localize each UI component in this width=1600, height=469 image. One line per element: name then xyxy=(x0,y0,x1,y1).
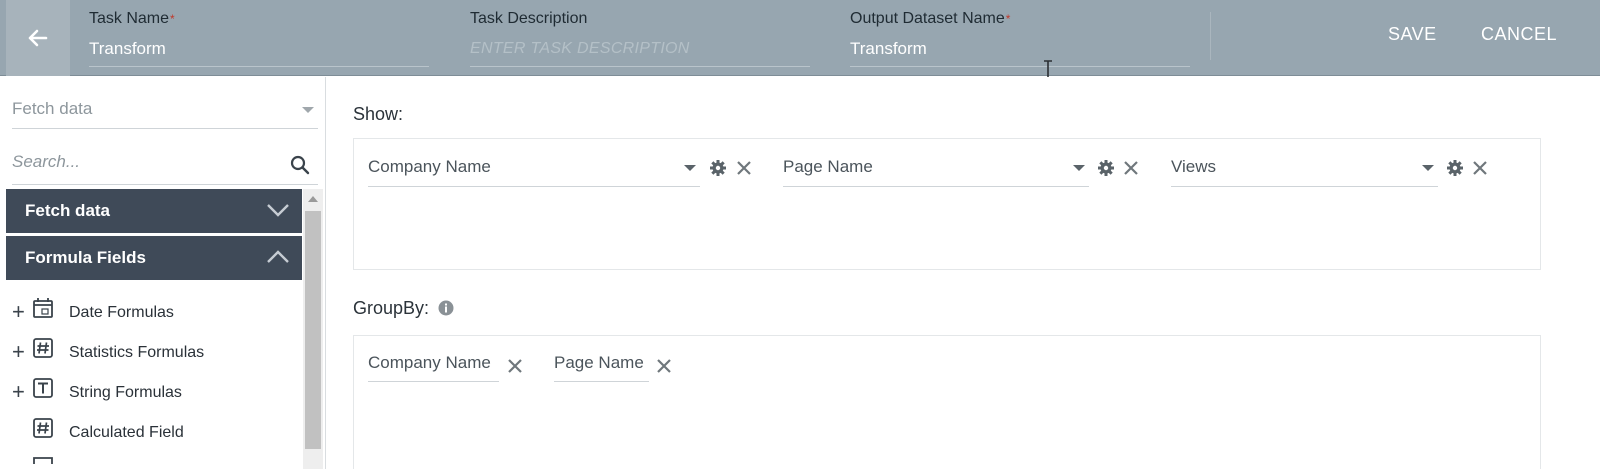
groupby-title: GroupBy: xyxy=(353,298,454,319)
tree-item-date-formulas[interactable]: + Date Formulas xyxy=(6,297,302,327)
close-icon[interactable] xyxy=(507,358,523,374)
tree-item-calculated-field[interactable]: Calculated Field xyxy=(6,417,302,447)
show-field-label: Page Name xyxy=(783,157,873,176)
caret-down-icon xyxy=(1422,165,1434,171)
hash-icon xyxy=(33,418,53,438)
save-button[interactable]: SAVE xyxy=(1388,24,1437,45)
chevron-down-icon xyxy=(267,204,289,217)
output-dataset-field: Output Dataset Name* Transform xyxy=(850,9,1190,67)
search-placeholder: Search... xyxy=(12,152,81,171)
tree-item-label: Statistics Formulas xyxy=(69,344,205,361)
caret-down-icon xyxy=(302,107,314,113)
close-icon[interactable] xyxy=(656,358,672,374)
partial-icon xyxy=(33,457,53,464)
source-select[interactable]: Fetch data xyxy=(12,95,318,129)
app-window: Task Name* Transform Task Description EN… xyxy=(0,0,1600,469)
task-description-label: Task Description xyxy=(470,10,588,27)
tree-item-label: Date Formulas xyxy=(69,304,174,321)
show-title: Show: xyxy=(353,104,404,124)
gear-icon[interactable] xyxy=(1097,159,1115,177)
section-fetch-data[interactable]: Fetch data xyxy=(6,189,302,233)
close-icon[interactable] xyxy=(1123,160,1139,176)
output-dataset-input[interactable]: Transform xyxy=(850,37,1190,67)
expand-plus-icon[interactable]: + xyxy=(12,341,25,363)
section-formula-fields[interactable]: Formula Fields xyxy=(6,236,302,280)
caret-down-icon xyxy=(1073,165,1085,171)
close-icon[interactable] xyxy=(736,160,752,176)
tree-item-string-formulas[interactable]: + String Formulas xyxy=(6,377,302,407)
show-field-views[interactable]: Views xyxy=(1171,155,1438,187)
sidebar-scrollbar[interactable] xyxy=(303,189,323,469)
source-select-value: Fetch data xyxy=(12,99,93,118)
groupby-field-page-name[interactable]: Page Name xyxy=(554,352,649,382)
groupby-field-label: Page Name xyxy=(554,353,644,372)
task-name-label: Task Name xyxy=(89,10,170,27)
hash-icon xyxy=(33,338,53,358)
tree-item-partial xyxy=(6,455,302,469)
formula-tree: + Date Formulas + Statistics Formulas + … xyxy=(6,283,302,464)
sidebar: Fetch data Search... Fetch data Formula … xyxy=(6,77,326,469)
tree-item-label: Calculated Field xyxy=(69,424,184,441)
task-description-field: Task Description ENTER TASK DESCRIPTION xyxy=(470,9,810,67)
main-panel: Show: Company Name Page Name Views Group… xyxy=(327,77,1600,469)
chevron-up-icon xyxy=(267,250,289,263)
search-input[interactable]: Search... xyxy=(12,149,318,185)
close-icon[interactable] xyxy=(1472,160,1488,176)
groupby-field-label: Company Name xyxy=(368,353,491,372)
output-dataset-label: Output Dataset Name xyxy=(850,10,1005,27)
task-description-input[interactable]: ENTER TASK DESCRIPTION xyxy=(470,37,810,67)
task-header: Task Name* Transform Task Description EN… xyxy=(0,0,1600,84)
groupby-box: Company Name Page Name xyxy=(353,335,1541,469)
text-icon xyxy=(33,378,53,398)
show-field-label: Company Name xyxy=(368,157,491,176)
search-icon[interactable] xyxy=(290,155,310,175)
expand-plus-icon[interactable]: + xyxy=(12,381,25,403)
groupby-title-text: GroupBy: xyxy=(353,298,430,318)
groupby-field-company-name[interactable]: Company Name xyxy=(368,352,499,382)
cancel-button[interactable]: CANCEL xyxy=(1481,24,1557,45)
show-field-label: Views xyxy=(1171,157,1217,176)
scrollbar-thumb[interactable] xyxy=(305,211,321,449)
arrow-left-icon xyxy=(28,29,48,47)
header-divider xyxy=(1210,12,1211,60)
expand-plus-icon[interactable]: + xyxy=(12,301,25,323)
show-box: Company Name Page Name Views xyxy=(353,138,1541,270)
scroll-up-arrow-icon[interactable] xyxy=(308,196,318,202)
required-mark: * xyxy=(1005,12,1011,26)
section-label: Formula Fields xyxy=(25,248,146,267)
info-icon[interactable] xyxy=(438,300,454,316)
tree-item-statistics-formulas[interactable]: + Statistics Formulas xyxy=(6,337,302,367)
back-button[interactable] xyxy=(6,0,70,76)
show-field-page-name[interactable]: Page Name xyxy=(783,155,1089,187)
gear-icon[interactable] xyxy=(709,159,727,177)
task-name-input[interactable]: Transform xyxy=(89,37,429,67)
tree-item-label: String Formulas xyxy=(69,384,182,401)
caret-down-icon xyxy=(684,165,696,171)
show-field-company-name[interactable]: Company Name xyxy=(368,155,700,187)
task-name-field: Task Name* Transform xyxy=(89,9,429,67)
gear-icon[interactable] xyxy=(1446,159,1464,177)
required-mark: * xyxy=(170,12,175,26)
calendar-icon xyxy=(33,298,53,318)
section-label: Fetch data xyxy=(25,201,111,220)
field-list: Fetch data Formula Fields + Date Formula… xyxy=(6,189,302,469)
